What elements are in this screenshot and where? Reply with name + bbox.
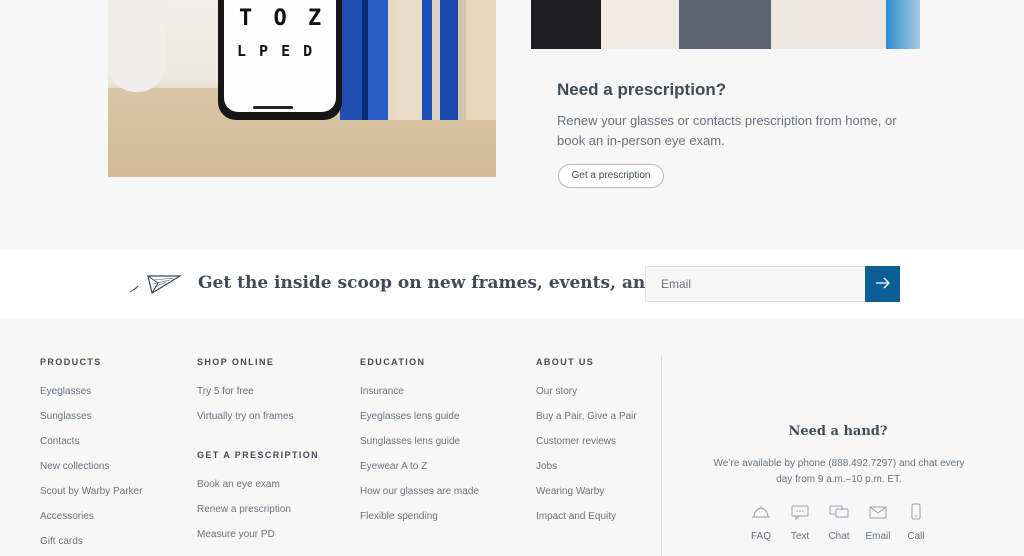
envelope-icon xyxy=(869,506,887,519)
footer-link-customer-reviews[interactable]: Customer reviews xyxy=(536,436,637,461)
newsletter-signup: Get the inside scoop on new frames, even… xyxy=(0,249,1024,319)
footer-link-measure-pd[interactable]: Measure your PD xyxy=(197,529,319,554)
footer-link-gift-cards[interactable]: Gift cards xyxy=(40,536,142,556)
contact-faq[interactable]: FAQ xyxy=(742,503,780,542)
footer-column-products: PRODUCTS Eyeglasses Sunglasses Contacts … xyxy=(40,357,142,556)
newsletter-heading: Get the inside scoop on new frames, even… xyxy=(198,273,713,293)
bell-icon xyxy=(752,506,770,518)
eye-chart-row-1: T O Z xyxy=(239,6,326,31)
footer-link-scout[interactable]: Scout by Warby Parker xyxy=(40,486,142,511)
footer-link-virtual-try-on[interactable]: Virtually try on frames xyxy=(197,411,319,436)
footer-link-flexible-spending[interactable]: Flexible spending xyxy=(360,511,479,536)
footer-link-contacts[interactable]: Contacts xyxy=(40,436,142,461)
footer-heading-get-prescription: GET A PRESCRIPTION xyxy=(197,450,320,460)
footer-link-book-eye-exam[interactable]: Book an eye exam xyxy=(197,479,319,504)
footer-link-renew-prescription[interactable]: Renew a prescription xyxy=(197,504,319,529)
email-input[interactable] xyxy=(645,266,866,302)
footer-link-jobs[interactable]: Jobs xyxy=(536,461,637,486)
footer-link-sunglasses-lens-guide[interactable]: Sunglasses lens guide xyxy=(360,436,479,461)
site-footer: PRODUCTS Eyeglasses Sunglasses Contacts … xyxy=(0,319,1024,556)
footer-heading-shop-online: SHOP ONLINE xyxy=(197,357,275,367)
newsletter-submit-button[interactable] xyxy=(865,266,900,302)
footer-column-about-us: ABOUT US Our story Buy a Pair, Give a Pa… xyxy=(536,357,637,536)
contact-label-email: Email xyxy=(865,531,891,542)
footer-link-sunglasses[interactable]: Sunglasses xyxy=(40,411,142,436)
promo-description: Renew your glasses or contacts prescript… xyxy=(557,113,897,148)
footer-heading-products: PRODUCTS xyxy=(40,357,102,367)
help-description: We’re available by phone (888.492.7297) … xyxy=(713,458,965,485)
paper-plane-icon xyxy=(129,275,182,294)
footer-link-insurance[interactable]: Insurance xyxy=(360,386,479,411)
arrow-right-icon xyxy=(875,277,890,288)
optician-photo xyxy=(531,0,920,49)
footer-column-shop-online: SHOP ONLINE Try 5 for free Virtually try… xyxy=(197,357,319,554)
footer-link-eyeglasses[interactable]: Eyeglasses xyxy=(40,386,142,411)
chat-icon xyxy=(829,505,849,518)
contact-call[interactable]: Call xyxy=(897,503,935,542)
contact-label-chat: Chat xyxy=(828,531,850,542)
message-icon xyxy=(791,505,809,521)
contact-label-text: Text xyxy=(790,531,810,542)
footer-link-new-collections[interactable]: New collections xyxy=(40,461,142,486)
footer-column-education: EDUCATION Insurance Eyeglasses lens guid… xyxy=(360,357,479,536)
prescription-promo: T O Z L P E D Need a prescription? Renew… xyxy=(0,0,1024,249)
get-prescription-button[interactable]: Get a prescription xyxy=(558,164,664,188)
eye-chart-phone-photo: T O Z L P E D xyxy=(108,0,496,177)
footer-divider xyxy=(661,355,662,556)
eye-chart-row-2: L P E D xyxy=(237,42,315,60)
footer-heading-education: EDUCATION xyxy=(360,357,426,367)
contact-text[interactable]: Text xyxy=(781,503,819,542)
footer-heading-about-us: ABOUT US xyxy=(536,357,595,367)
contact-options: FAQ Text Chat Email Call xyxy=(742,503,938,545)
contact-label-faq: FAQ xyxy=(750,531,771,542)
promo-title: Need a prescription? xyxy=(557,80,727,99)
footer-link-accessories[interactable]: Accessories xyxy=(40,511,142,536)
phone-icon xyxy=(911,503,921,520)
footer-link-eyewear-a-to-z[interactable]: Eyewear A to Z xyxy=(360,461,479,486)
footer-link-how-glasses-made[interactable]: How our glasses are made xyxy=(360,486,479,511)
contact-chat[interactable]: Chat xyxy=(820,503,858,542)
footer-link-wearing-warby[interactable]: Wearing Warby xyxy=(536,486,637,511)
footer-link-impact-equity[interactable]: Impact and Equity xyxy=(536,511,637,536)
contact-email[interactable]: Email xyxy=(859,503,897,542)
help-title: Need a hand? xyxy=(788,424,888,439)
footer-link-try-5[interactable]: Try 5 for free xyxy=(197,386,319,411)
footer-link-buy-a-pair[interactable]: Buy a Pair, Give a Pair xyxy=(536,411,637,436)
contact-label-call: Call xyxy=(907,531,925,542)
footer-link-our-story[interactable]: Our story xyxy=(536,386,637,411)
footer-link-eyeglasses-lens-guide[interactable]: Eyeglasses lens guide xyxy=(360,411,479,436)
